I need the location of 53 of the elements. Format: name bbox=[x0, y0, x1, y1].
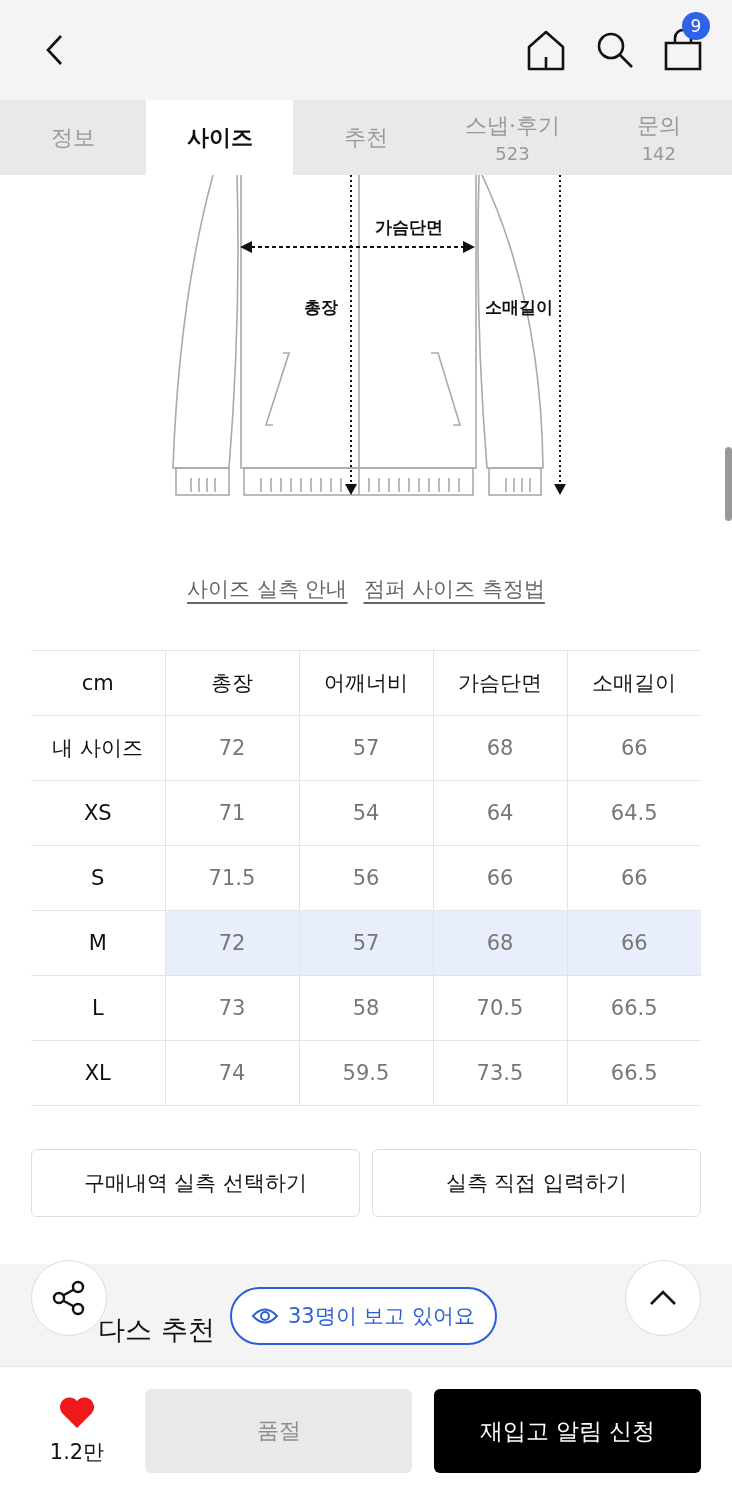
table-cell: 56 bbox=[299, 845, 433, 911]
table-cell: 71 bbox=[165, 780, 299, 846]
back-icon[interactable] bbox=[45, 34, 63, 66]
column-header: 어깨너비 bbox=[299, 650, 433, 716]
column-header: cm bbox=[31, 650, 165, 716]
column-header: 총장 bbox=[165, 650, 299, 716]
table-cell: 66 bbox=[433, 845, 567, 911]
guide-link[interactable]: 사이즈 실측 안내 bbox=[187, 575, 348, 603]
table-cell: S bbox=[31, 845, 165, 911]
table-cell: 68 bbox=[433, 715, 567, 781]
table-cell: 57 bbox=[299, 715, 433, 781]
table-cell: 64.5 bbox=[567, 780, 701, 846]
table-cell: 68 bbox=[433, 910, 567, 976]
action-button[interactable]: 구매내역 실측 선택하기 bbox=[31, 1149, 360, 1217]
cart-count-badge: 9 bbox=[682, 12, 710, 40]
table-cell: 72 bbox=[165, 910, 299, 976]
home-icon[interactable] bbox=[526, 29, 566, 71]
table-cell: 72 bbox=[165, 715, 299, 781]
share-icon bbox=[51, 1280, 87, 1316]
table-cell: 73.5 bbox=[433, 1040, 567, 1106]
table-cell: 66.5 bbox=[567, 975, 701, 1041]
table-cell: 66 bbox=[567, 715, 701, 781]
table-cell: 59.5 bbox=[299, 1040, 433, 1106]
table-cell: 66 bbox=[567, 910, 701, 976]
like-button[interactable]: 1.2만 bbox=[31, 1396, 123, 1466]
table-cell: 74 bbox=[165, 1040, 299, 1106]
table-cell: 70.5 bbox=[433, 975, 567, 1041]
tab[interactable]: 사이즈 bbox=[146, 100, 293, 175]
action-button[interactable]: 실측 직접 입력하기 bbox=[372, 1149, 701, 1217]
eye-icon bbox=[252, 1307, 278, 1325]
section-title: 다스 추천 bbox=[98, 1313, 215, 1347]
table-cell: 71.5 bbox=[165, 845, 299, 911]
length-label: 총장 bbox=[304, 297, 338, 317]
sleeve-label: 소매길이 bbox=[485, 297, 553, 317]
table-cell: XS bbox=[31, 780, 165, 846]
restock-alert-button[interactable]: 재입고 알림 신청 bbox=[434, 1389, 701, 1473]
viewers-text: 33명이 보고 있어요 bbox=[288, 1303, 476, 1330]
column-header: 가슴단면 bbox=[433, 650, 567, 716]
search-icon[interactable] bbox=[596, 31, 634, 69]
table-cell: 73 bbox=[165, 975, 299, 1041]
guide-link[interactable]: 점퍼 사이즈 측정법 bbox=[363, 575, 545, 603]
chest-label: 가슴단면 bbox=[375, 217, 443, 237]
chevron-up-icon bbox=[649, 1290, 677, 1306]
table-cell: 64 bbox=[433, 780, 567, 846]
table-cell: 54 bbox=[299, 780, 433, 846]
table-cell: 57 bbox=[299, 910, 433, 976]
table-cell: L bbox=[31, 975, 165, 1041]
column-header: 소매길이 bbox=[567, 650, 701, 716]
table-cell: 66.5 bbox=[567, 1040, 701, 1106]
table-cell: XL bbox=[31, 1040, 165, 1106]
table-cell: 66 bbox=[567, 845, 701, 911]
table-cell: 58 bbox=[299, 975, 433, 1041]
table-cell: 내 사이즈 bbox=[31, 715, 165, 781]
